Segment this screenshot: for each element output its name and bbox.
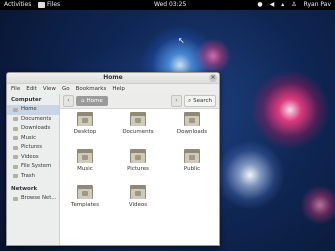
app-menu-label: Files	[47, 1, 61, 8]
forward-button[interactable]: ›	[171, 95, 182, 107]
file-item-public[interactable]: Public	[172, 149, 212, 172]
sidebar-heading-network: Network	[11, 186, 38, 192]
volume-icon[interactable]: ◀	[270, 0, 275, 10]
sidebar-item-browse-network[interactable]: Browse Net...	[7, 194, 59, 204]
sidebar-item-home[interactable]: Home	[7, 105, 59, 115]
sidebar-item-music[interactable]: Music	[7, 134, 59, 144]
file-item-templates[interactable]: Templates	[65, 185, 105, 208]
system-tray: ● ◀ ▴ ♙ Ryan Pav	[257, 0, 331, 10]
sidebar-item-downloads[interactable]: Downloads	[7, 124, 59, 134]
files-app-icon	[38, 2, 45, 8]
menu-view[interactable]: View	[43, 84, 56, 94]
search-button[interactable]: ⌕ Search	[184, 95, 216, 107]
accessibility-icon[interactable]: ●	[257, 0, 262, 10]
home-icon	[13, 107, 18, 112]
sidebar-item-file-system[interactable]: File System	[7, 162, 59, 172]
close-icon[interactable]: ×	[209, 74, 217, 82]
firework-pink	[250, 70, 330, 150]
network-icon	[13, 196, 18, 201]
path-home-button[interactable]: ⌂ Home	[76, 96, 108, 106]
file-item-music[interactable]: Music	[65, 149, 105, 172]
toolbar: ‹ ⌂ Home › ⌕ Search	[60, 94, 219, 109]
folder-icon	[13, 136, 18, 141]
folder-icon	[184, 112, 200, 126]
sidebar-item-pictures[interactable]: Pictures	[7, 143, 59, 153]
trash-icon	[13, 174, 18, 179]
folder-icon	[13, 117, 18, 122]
file-item-pictures[interactable]: Pictures	[118, 149, 158, 172]
folder-icon	[77, 185, 93, 199]
sidebar-item-videos[interactable]: Videos	[7, 153, 59, 163]
window-title: Home	[103, 74, 123, 81]
file-item-videos[interactable]: Videos	[118, 185, 158, 208]
sidebar-heading-computer: Computer	[11, 97, 42, 103]
user-icon[interactable]: ♙	[291, 0, 296, 10]
sidebar-item-documents[interactable]: Documents	[7, 115, 59, 125]
file-item-downloads[interactable]: Downloads	[172, 112, 212, 135]
folder-icon	[13, 145, 18, 150]
back-button[interactable]: ‹	[63, 95, 74, 107]
firework-pink-small	[195, 38, 231, 74]
mouse-cursor-icon: ↖	[178, 36, 185, 45]
folder-icon	[13, 155, 18, 160]
network-icon[interactable]: ▴	[281, 0, 284, 10]
folder-icon	[130, 149, 146, 163]
places-sidebar: Computer Home Documents Downloads Music …	[7, 94, 60, 245]
drive-icon	[13, 164, 18, 169]
firework-white	[215, 140, 285, 210]
folder-icon	[77, 112, 93, 126]
search-icon: ⌕	[188, 98, 192, 104]
menu-edit[interactable]: Edit	[26, 84, 37, 94]
clock[interactable]: Wed 03:25	[154, 0, 186, 10]
folder-icon	[130, 112, 146, 126]
activities-button[interactable]: Activities	[4, 0, 31, 10]
menu-help[interactable]: Help	[112, 84, 125, 94]
menu-bookmarks[interactable]: Bookmarks	[76, 84, 107, 94]
file-item-documents[interactable]: Documents	[118, 112, 158, 135]
user-menu[interactable]: Ryan Pav	[304, 0, 331, 10]
folder-icon	[77, 149, 93, 163]
folder-icon	[184, 149, 200, 163]
folder-icon	[130, 185, 146, 199]
menu-go[interactable]: Go	[62, 84, 70, 94]
menu-file[interactable]: File	[11, 84, 20, 94]
app-menu[interactable]: Files	[38, 0, 60, 10]
home-icon: ⌂	[81, 98, 85, 104]
file-view: ‹ ⌂ Home › ⌕ Search Desktop Documents Down…	[60, 94, 219, 245]
top-panel: Activities Files Wed 03:25 ● ◀ ▴ ♙ Ryan …	[0, 0, 335, 10]
sidebar-item-trash[interactable]: Trash	[7, 172, 59, 182]
window-titlebar[interactable]: Home ×	[7, 73, 219, 84]
file-item-desktop[interactable]: Desktop	[65, 112, 105, 135]
firework-pink-corner	[300, 185, 335, 225]
file-manager-window: Home × File Edit View Go Bookmarks Help …	[6, 72, 220, 246]
folder-icon	[13, 126, 18, 131]
